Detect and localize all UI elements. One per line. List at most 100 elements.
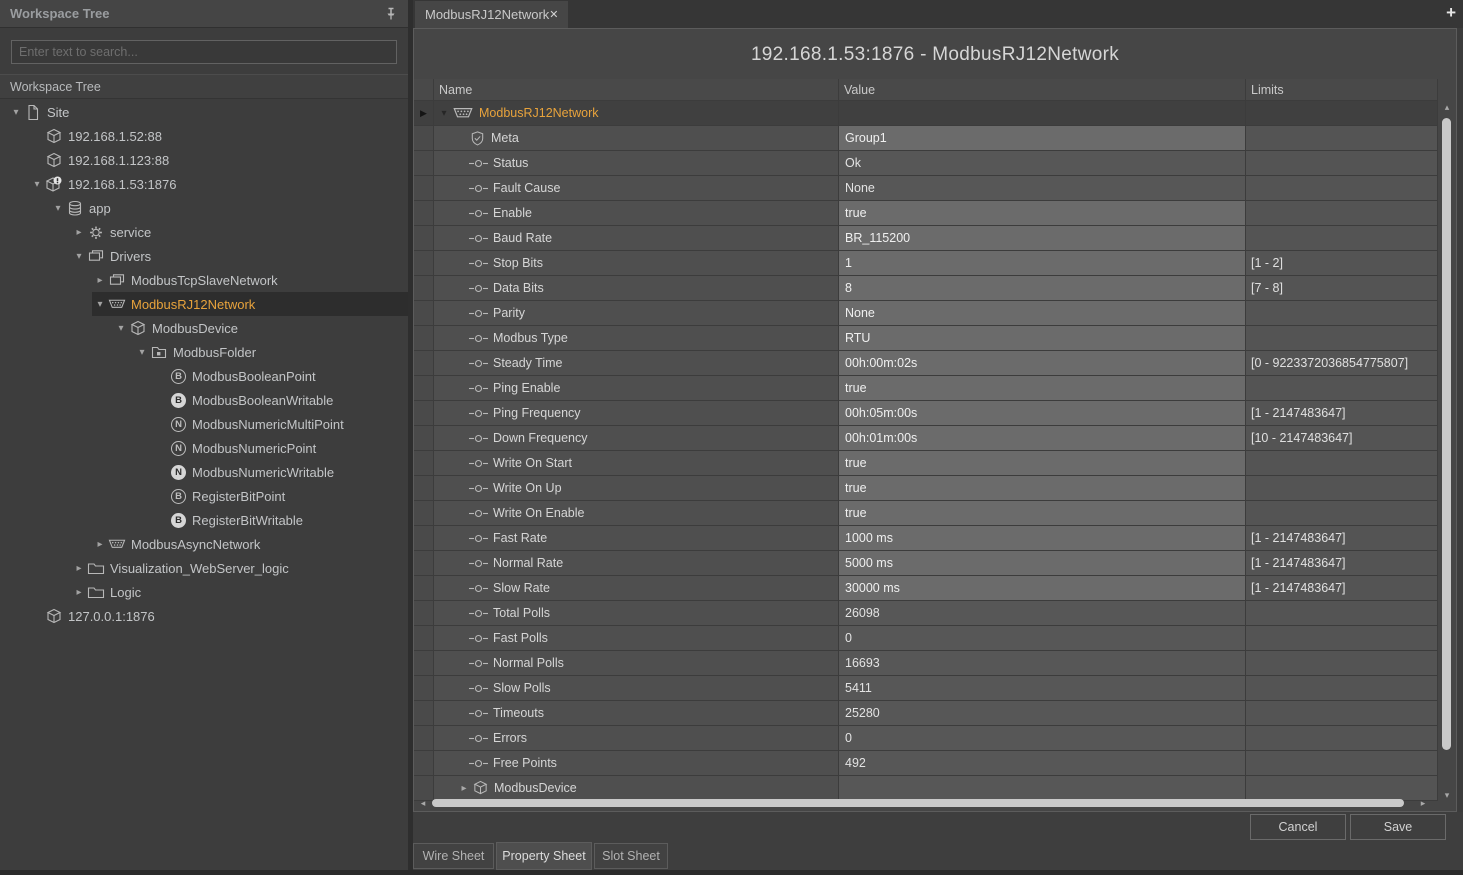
property-value[interactable]: Group1 bbox=[839, 126, 1246, 151]
column-limits[interactable]: Limits bbox=[1246, 79, 1438, 101]
table-row[interactable]: Normal Polls16693 bbox=[414, 651, 1438, 676]
table-row[interactable]: Enabletrue bbox=[414, 201, 1438, 226]
tree-item-point[interactable]: NModbusNumericPoint bbox=[0, 436, 408, 460]
property-value[interactable]: RTU bbox=[839, 326, 1246, 351]
property-value[interactable]: 00h:01m:00s bbox=[839, 426, 1246, 451]
tree-item-station[interactable]: 192.168.1.123:88 bbox=[0, 148, 408, 172]
property-value[interactable]: BR_115200 bbox=[839, 226, 1246, 251]
property-value[interactable]: 1000 ms bbox=[839, 526, 1246, 551]
tree-item-point[interactable]: BRegisterBitPoint bbox=[0, 484, 408, 508]
scroll-up-icon[interactable]: ▴ bbox=[1440, 101, 1454, 113]
property-value[interactable]: 00h:05m:00s bbox=[839, 401, 1246, 426]
tree-item-folder[interactable]: ▸Visualization_WebServer_logic bbox=[0, 556, 408, 580]
table-row[interactable]: Timeouts25280 bbox=[414, 701, 1438, 726]
property-value[interactable]: 30000 ms bbox=[839, 576, 1246, 601]
table-row[interactable]: ParityNone bbox=[414, 301, 1438, 326]
expander-icon[interactable]: ▸ bbox=[92, 539, 108, 550]
table-row[interactable]: Write On Enabletrue bbox=[414, 501, 1438, 526]
expander-icon[interactable]: ▾ bbox=[113, 323, 129, 334]
tree-item-point[interactable]: NModbusNumericWritable bbox=[0, 460, 408, 484]
table-row[interactable]: Free Points492 bbox=[414, 751, 1438, 776]
expander-icon[interactable]: ▾ bbox=[29, 179, 45, 190]
column-name[interactable]: Name bbox=[434, 79, 839, 101]
table-row[interactable]: Total Polls26098 bbox=[414, 601, 1438, 626]
close-icon[interactable]: ✕ bbox=[549, 8, 558, 21]
table-row[interactable]: Stop Bits1[1 - 2] bbox=[414, 251, 1438, 276]
vertical-scroll-thumb[interactable] bbox=[1442, 118, 1451, 750]
cancel-button[interactable]: Cancel bbox=[1250, 814, 1346, 840]
tree-item-station[interactable]: 192.168.1.52:88 bbox=[0, 124, 408, 148]
property-value[interactable]: true bbox=[839, 476, 1246, 501]
table-row[interactable]: Down Frequency00h:01m:00s[10 - 214748364… bbox=[414, 426, 1438, 451]
tree-item-drivers[interactable]: ▾Drivers bbox=[0, 244, 408, 268]
property-value[interactable]: 00h:00m:02s bbox=[839, 351, 1246, 376]
tree-item-folder[interactable]: ▾ModbusFolder bbox=[0, 340, 408, 364]
table-row[interactable]: Normal Rate5000 ms[1 - 2147483647] bbox=[414, 551, 1438, 576]
expander-icon[interactable]: ▾ bbox=[71, 251, 87, 262]
property-value[interactable]: None bbox=[839, 301, 1246, 326]
table-row[interactable]: Ping Frequency00h:05m:00s[1 - 2147483647… bbox=[414, 401, 1438, 426]
tree-item-station[interactable]: ▾192.168.1.53:1876 bbox=[0, 172, 408, 196]
column-value[interactable]: Value bbox=[839, 79, 1246, 101]
expander-icon[interactable]: ▾ bbox=[436, 108, 452, 119]
expander-icon[interactable]: ▸ bbox=[71, 563, 87, 574]
tree-item-network[interactable]: ▸ModbusTcpSlaveNetwork bbox=[0, 268, 408, 292]
expander-icon[interactable]: ▾ bbox=[8, 107, 24, 118]
table-row[interactable]: Errors0 bbox=[414, 726, 1438, 751]
tab-modbusrj12network[interactable]: ModbusRJ12Network ✕ bbox=[415, 1, 568, 28]
table-row[interactable]: Baud RateBR_115200 bbox=[414, 226, 1438, 251]
tree-item-app[interactable]: ▾app bbox=[0, 196, 408, 220]
new-tab-icon[interactable]: + bbox=[1446, 3, 1456, 23]
table-row[interactable]: MetaGroup1 bbox=[414, 126, 1438, 151]
horizontal-scrollbar[interactable]: ◂ ▸ bbox=[414, 797, 1456, 810]
tree-item-point[interactable]: BModbusBooleanPoint bbox=[0, 364, 408, 388]
tab-wire-sheet[interactable]: Wire Sheet bbox=[413, 843, 494, 869]
pin-icon[interactable] bbox=[384, 7, 398, 21]
table-row-network[interactable]: ▶ ▾ModbusRJ12Network bbox=[414, 101, 1438, 126]
property-value[interactable]: true bbox=[839, 501, 1246, 526]
expander-icon[interactable]: ▸ bbox=[71, 227, 87, 238]
tree-item-network[interactable]: ▸ModbusAsyncNetwork bbox=[0, 532, 408, 556]
tree-item-station[interactable]: 127.0.0.1:1876 bbox=[0, 604, 408, 628]
property-value[interactable]: 1 bbox=[839, 251, 1246, 276]
expander-icon[interactable]: ▸ bbox=[92, 275, 108, 286]
table-row[interactable]: Data Bits8[7 - 8] bbox=[414, 276, 1438, 301]
tab-slot-sheet[interactable]: Slot Sheet bbox=[594, 843, 668, 869]
property-value[interactable]: true bbox=[839, 451, 1246, 476]
expander-icon[interactable]: ▸ bbox=[71, 587, 87, 598]
horizontal-scroll-thumb[interactable] bbox=[432, 799, 1404, 807]
property-value[interactable]: 8 bbox=[839, 276, 1246, 301]
tree-item-device[interactable]: ▾ModbusDevice bbox=[0, 316, 408, 340]
tree-item-point[interactable]: NModbusNumericMultiPoint bbox=[0, 412, 408, 436]
table-row[interactable]: Slow Polls5411 bbox=[414, 676, 1438, 701]
table-row[interactable]: Fast Rate1000 ms[1 - 2147483647] bbox=[414, 526, 1438, 551]
table-row[interactable]: Write On Uptrue bbox=[414, 476, 1438, 501]
expander-icon[interactable]: ▾ bbox=[92, 299, 108, 310]
table-row[interactable]: Slow Rate30000 ms[1 - 2147483647] bbox=[414, 576, 1438, 601]
property-value[interactable]: true bbox=[839, 201, 1246, 226]
expander-icon[interactable]: ▾ bbox=[50, 203, 66, 214]
tree-item-network-selected[interactable]: ▾ModbusRJ12Network bbox=[0, 292, 408, 316]
expander-icon[interactable]: ▾ bbox=[134, 347, 150, 358]
expander-icon[interactable]: ▸ bbox=[456, 783, 472, 794]
property-value[interactable]: 5000 ms bbox=[839, 551, 1246, 576]
tree-item-site[interactable]: ▾Site bbox=[0, 100, 408, 124]
scroll-left-icon[interactable]: ◂ bbox=[416, 797, 430, 810]
tree-item-point[interactable]: BModbusBooleanWritable bbox=[0, 388, 408, 412]
tab-property-sheet[interactable]: Property Sheet bbox=[496, 842, 592, 870]
vertical-scrollbar[interactable]: ▴ ▾ bbox=[1440, 101, 1454, 801]
table-row[interactable]: Fault CauseNone bbox=[414, 176, 1438, 201]
table-row[interactable]: Fast Polls0 bbox=[414, 626, 1438, 651]
save-button[interactable]: Save bbox=[1350, 814, 1446, 840]
tree-item-folder[interactable]: ▸Logic bbox=[0, 580, 408, 604]
scroll-right-icon[interactable]: ▸ bbox=[1416, 797, 1430, 810]
property-value[interactable]: true bbox=[839, 376, 1246, 401]
table-row[interactable]: StatusOk bbox=[414, 151, 1438, 176]
table-row[interactable]: Modbus TypeRTU bbox=[414, 326, 1438, 351]
table-row[interactable]: Write On Starttrue bbox=[414, 451, 1438, 476]
tree-item-service[interactable]: ▸service bbox=[0, 220, 408, 244]
table-row[interactable]: Steady Time00h:00m:02s[0 - 9223372036854… bbox=[414, 351, 1438, 376]
table-row[interactable]: Ping Enabletrue bbox=[414, 376, 1438, 401]
tree-item-point[interactable]: BRegisterBitWritable bbox=[0, 508, 408, 532]
search-input[interactable] bbox=[11, 40, 397, 64]
